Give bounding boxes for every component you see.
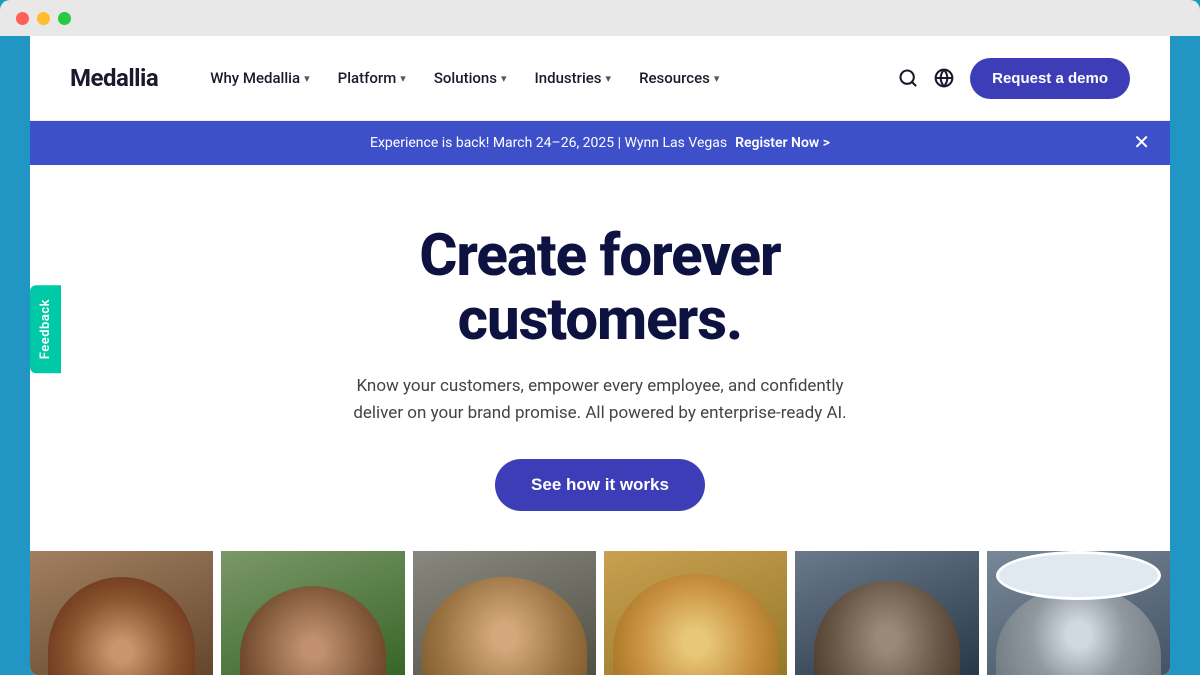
hero-subtitle: Know your customers, empower every emplo… [340, 373, 860, 427]
banner-message: Experience is back! March 24–26, 2025 | … [370, 135, 727, 151]
nav-links: Why Medallia ▾ Platform ▾ Solutions ▾ In… [198, 61, 898, 95]
nav-label-why-medallia: Why Medallia [210, 69, 300, 87]
banner-register-link[interactable]: Register Now > [735, 135, 830, 151]
chevron-down-icon: ▾ [400, 72, 406, 85]
logo[interactable]: Medallia [70, 64, 158, 92]
traffic-light-yellow[interactable] [37, 12, 50, 25]
photo-item-6 [987, 551, 1170, 675]
hero-section: Create forever customers. Know your cust… [30, 165, 1170, 551]
photo-strip [30, 551, 1170, 675]
nav-item-solutions[interactable]: Solutions ▾ [422, 61, 519, 95]
request-demo-button[interactable]: Request a demo [970, 58, 1130, 99]
navbar: Medallia Why Medallia ▾ Platform ▾ Solut… [30, 36, 1170, 121]
nav-label-resources: Resources [639, 69, 710, 87]
browser-window: Medallia Why Medallia ▾ Platform ▾ Solut… [30, 36, 1170, 675]
chevron-down-icon: ▾ [501, 72, 507, 85]
nav-label-platform: Platform [338, 69, 397, 87]
feedback-sidebar[interactable]: Feedback [30, 285, 61, 373]
hero-cta-button[interactable]: See how it works [495, 459, 705, 511]
chevron-down-icon: ▾ [304, 72, 310, 85]
photo-item-5 [795, 551, 978, 675]
search-button[interactable] [898, 68, 918, 88]
globe-icon [934, 68, 954, 88]
nav-item-resources[interactable]: Resources ▾ [627, 61, 731, 95]
photo-item-1 [30, 551, 213, 675]
nav-actions: Request a demo [898, 58, 1130, 99]
nav-label-industries: Industries [535, 69, 602, 87]
nav-label-solutions: Solutions [434, 69, 497, 87]
photo-item-3 [413, 551, 596, 675]
photo-item-4 [604, 551, 787, 675]
banner-text: Experience is back! March 24–26, 2025 | … [370, 135, 830, 151]
feedback-label[interactable]: Feedback [30, 285, 61, 373]
announcement-banner: Experience is back! March 24–26, 2025 | … [30, 121, 1170, 165]
hero-title-line2: customers. [458, 286, 742, 354]
chevron-down-icon: ▾ [606, 72, 612, 85]
search-icon [898, 68, 918, 88]
hero-title-line1: Create forever [419, 222, 780, 290]
main-content: Feedback Create forever customers. Know … [30, 165, 1170, 675]
nav-item-platform[interactable]: Platform ▾ [326, 61, 418, 95]
banner-close-button[interactable]: ✕ [1133, 133, 1150, 153]
photo-item-2 [221, 551, 404, 675]
nav-item-industries[interactable]: Industries ▾ [523, 61, 624, 95]
traffic-light-red[interactable] [16, 12, 29, 25]
chevron-down-icon: ▾ [714, 72, 720, 85]
language-button[interactable] [934, 68, 954, 88]
browser-chrome [0, 0, 1200, 36]
traffic-light-green[interactable] [58, 12, 71, 25]
hero-title: Create forever customers. [70, 225, 1130, 353]
nav-item-why-medallia[interactable]: Why Medallia ▾ [198, 61, 321, 95]
